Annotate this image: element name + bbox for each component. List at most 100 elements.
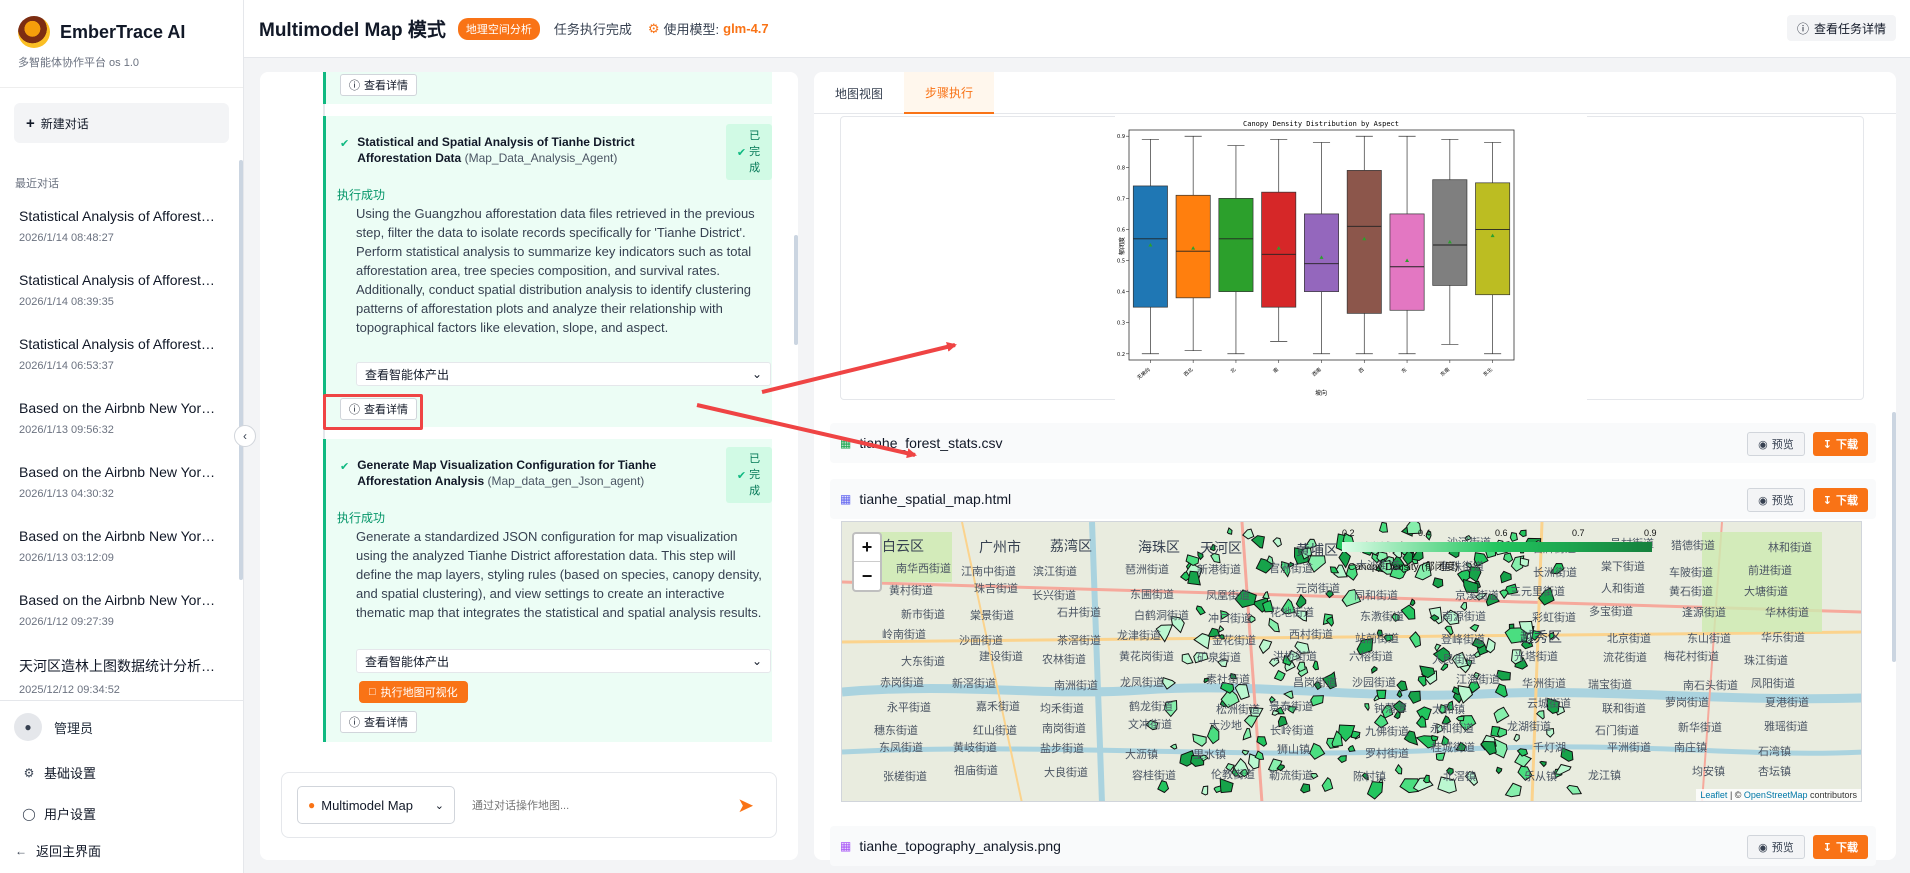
status-badge: ✔ 已完成 [726, 124, 772, 180]
map-place-label: 站前街道 [1355, 633, 1399, 645]
page-title: Multimodel Map 模式 [259, 20, 446, 41]
chat-title: Based on the Airbnb New York data [19, 400, 219, 416]
chat-item[interactable]: 天河区造林上图数据统计分析及可视化 2025/12/12 09:34:52 [0, 646, 236, 698]
map-place-label: 南华西街道 [896, 563, 951, 575]
chat-time: 2026/1/14 06:53:37 [19, 360, 114, 372]
mode-select[interactable]: ● Multimodel Map ⌄ [297, 786, 455, 824]
map-place-label: 永平街道 [887, 702, 931, 714]
leaflet-link[interactable]: Leaflet [1700, 790, 1727, 800]
map-place-label: 石湾镇 [1758, 746, 1791, 758]
legend-tick: 0.9 [1644, 528, 1657, 538]
chat-input[interactable] [472, 795, 722, 817]
map-place-label: 勒流街道 [1269, 770, 1313, 782]
map-place-label: 黄村街道 [889, 585, 933, 597]
tab-step-execution[interactable]: 步骤执行 [904, 72, 994, 114]
plus-icon: + [26, 114, 35, 132]
map-place-label: 南岗街道 [1042, 723, 1086, 735]
user-settings-link[interactable]: ◯ 用户设置 [22, 804, 96, 823]
task-detail-button[interactable]: ⓘ 查看任务详情 [1786, 15, 1896, 41]
x-tick-label: 无坡向 [1136, 366, 1152, 381]
preview-button[interactable]: ◉ 预览 [1747, 432, 1805, 456]
preview-button[interactable]: ◉ 预览 [1747, 488, 1805, 512]
download-label: 下载 [1836, 495, 1858, 507]
file-row: ▦ tianhe_spatial_map.html ◉ 预览 ↧ 下载 [830, 479, 1876, 519]
map-place-label: 鹤龙街道 [1129, 701, 1173, 713]
box [1261, 191, 1297, 308]
map-place-label: 新港街道 [1197, 564, 1241, 576]
download-button[interactable]: ↧ 下载 [1812, 488, 1868, 512]
map-place-label: 登峰街道 [1441, 634, 1485, 646]
preview-button[interactable]: ◉ 预览 [1747, 835, 1805, 859]
file-name: tianhe_spatial_map.html [859, 491, 1012, 507]
chat-item[interactable]: Based on the Airbnb New York data 2026/1/… [0, 582, 236, 646]
map-place-label: 嘉禾街道 [976, 701, 1020, 713]
agent-output-dropdown[interactable]: 查看智能体产出 ⌄ [356, 362, 771, 386]
map-place-label: 东山街道 [1687, 633, 1731, 645]
zoom-out-button[interactable]: − [854, 562, 880, 590]
map-place-label: 赤岗街道 [880, 677, 924, 689]
y-tick-label: 0.5 [1117, 259, 1125, 265]
map-place-label: 东圃街道 [1130, 589, 1174, 601]
chat-item[interactable]: Statistical Analysis of Afforestation 202… [0, 262, 236, 326]
info-icon: ⓘ [349, 80, 360, 92]
run-map-visualization-button[interactable]: □ 执行地图可视化 [359, 681, 468, 703]
zoom-in-button[interactable]: + [854, 534, 880, 562]
box [1475, 182, 1511, 296]
chat-time: 2026/1/13 03:12:09 [19, 552, 114, 564]
box [1304, 213, 1339, 292]
chat-item[interactable]: Based on the Airbnb New York data 2026/1/… [0, 390, 236, 454]
map-place-label: 前进街道 [1748, 565, 1792, 577]
view-detail-button[interactable]: ⓘ 查看详情 [340, 74, 417, 96]
chat-item[interactable]: Statistical Analysis of Afforestation 202… [0, 326, 236, 390]
chat-list: Statistical Analysis of Afforestation 202… [0, 198, 236, 698]
box [1132, 185, 1168, 308]
basic-settings-link[interactable]: ⚙ 基础设置 [22, 763, 96, 782]
map-place-label: 流花街道 [1603, 652, 1647, 664]
map-place-label: 天河区 [1200, 540, 1242, 556]
download-button[interactable]: ↧ 下载 [1812, 835, 1868, 859]
back-main-link[interactable]: ← 返回主界面 [14, 841, 101, 860]
chat-item[interactable]: Based on the Airbnb New York data 2026/1/… [0, 454, 236, 518]
map-place-label: 容桂街道 [1132, 770, 1176, 782]
download-button[interactable]: ↧ 下载 [1812, 432, 1868, 456]
map-legend: 0.2 0.4 0.6 0.7 0.9 Canopy Density (郁闭度) [1342, 528, 1662, 573]
chat-item[interactable]: Statistical Analysis of Afforestation 202… [0, 198, 236, 262]
box [1432, 179, 1468, 286]
osm-link[interactable]: OpenStreetMap [1744, 790, 1808, 800]
map-place-label: 罗村街道 [1365, 748, 1409, 760]
tab-map-view[interactable]: 地图视图 [814, 72, 904, 114]
map-place-label: 乐从镇 [1524, 771, 1557, 783]
model-name: glm-4.7 [723, 21, 769, 36]
task-status: 任务执行完成 [553, 22, 632, 37]
map-place-label: 林和街道 [1768, 542, 1812, 554]
map-place-label: 多宝街道 [1589, 606, 1633, 618]
csv-file-icon: ▦ [840, 436, 852, 450]
file-row: ▦ tianhe_topography_analysis.png ◉ 预览 ↧ 下载 [830, 826, 1876, 866]
html-file-icon: ▦ [840, 492, 852, 506]
collapse-sidebar-button[interactable]: ‹ [234, 425, 256, 447]
chat-item[interactable]: Based on the Airbnb New York data 2026/1/… [0, 518, 236, 582]
map-place-label: 人和街道 [1601, 583, 1645, 595]
forest-plot-polygon [1376, 689, 1387, 700]
x-tick-label: 西南 [1311, 366, 1323, 378]
legend-tick: 0.2 [1342, 528, 1355, 538]
sidebar-footer: ● 管理员 ⚙ 基础设置 ◯ 用户设置 ← 返回主界面 [0, 700, 244, 873]
map-place-label: 琶洲街道 [1125, 564, 1169, 576]
user-profile[interactable]: ● 管理员 [14, 713, 93, 741]
sidebar-scrollbar[interactable] [239, 160, 243, 580]
map-place-label: 新市街道 [901, 609, 945, 621]
map-place-label: 云城街道 [1527, 698, 1571, 710]
map-place-label: 平洲街道 [1607, 742, 1651, 754]
map-place-label: 永和街道 [1430, 723, 1474, 735]
map-place-label: 花地街道 [1270, 607, 1314, 619]
step-header: ✔ Generate Map Visualization Configurati… [340, 457, 710, 489]
mode-tag: 地理空间分析 [457, 17, 540, 40]
view-detail-button[interactable]: ⓘ 查看详情 [340, 711, 417, 733]
steps-scrollbar[interactable] [794, 235, 798, 345]
agent-output-dropdown[interactable]: 查看智能体产出 ⌄ [356, 649, 771, 673]
map-viewer[interactable]: 白云区广州市荔湾区海珠区天河区黄埔区科学城沙河街道石牌街道员村街道猎德街道林和街… [841, 521, 1862, 802]
output-scrollbar[interactable] [1892, 412, 1896, 662]
send-icon[interactable]: ➤ [737, 793, 754, 818]
chart-title: Canopy Density Distribution by Aspect [1243, 120, 1399, 128]
new-chat-button[interactable]: + 新建对话 [14, 103, 229, 143]
